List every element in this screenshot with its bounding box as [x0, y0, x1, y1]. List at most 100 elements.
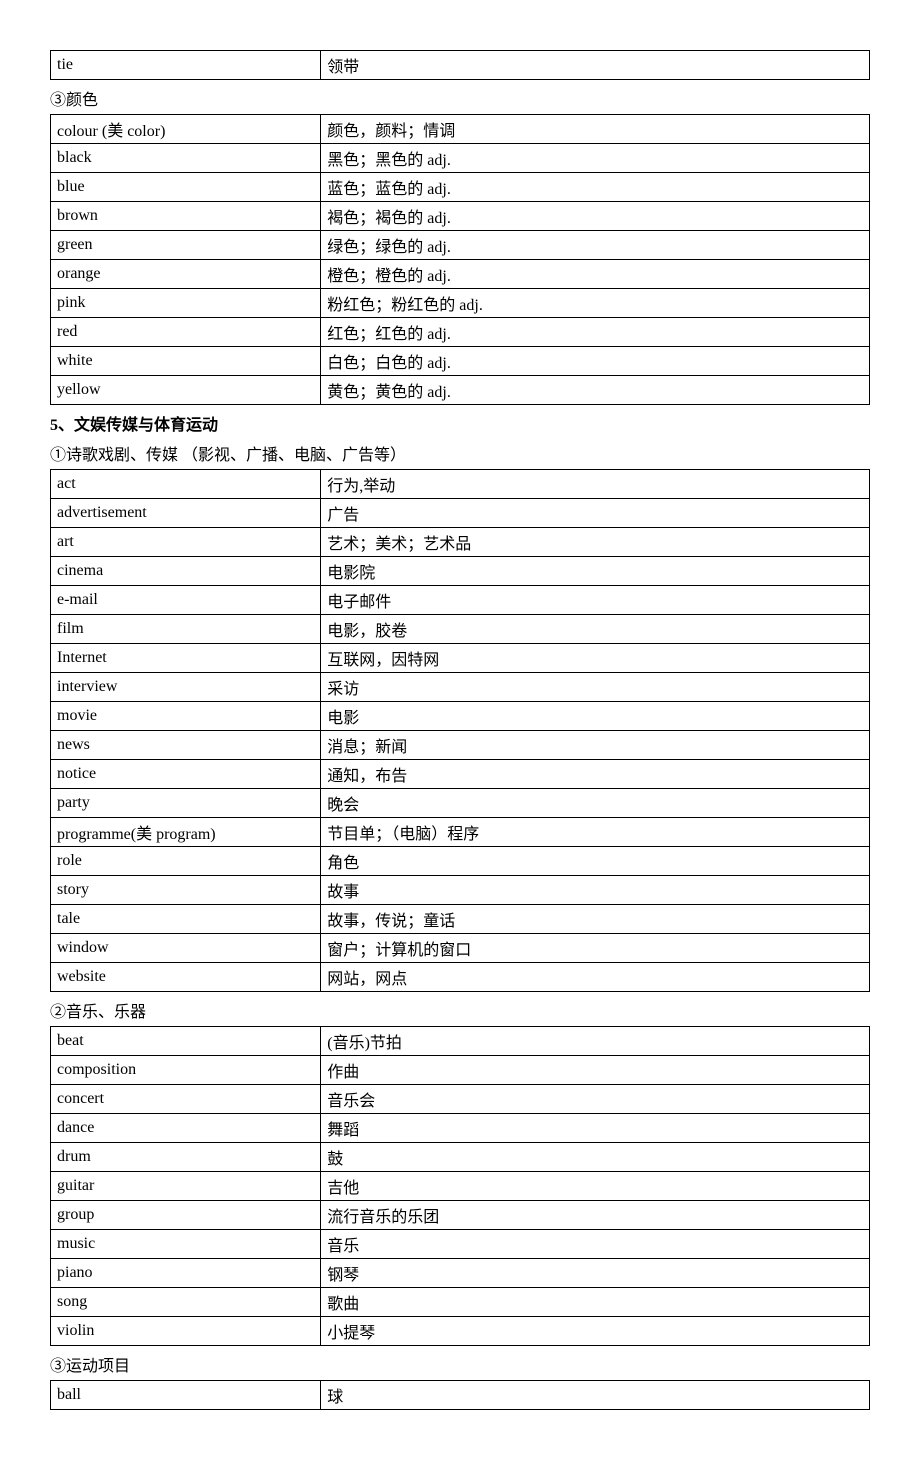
- vocab-table-sports: ball球: [50, 1380, 870, 1410]
- table-row: e-mail电子邮件: [51, 586, 870, 615]
- table-row: programme(美 program)节目单；（电脑）程序: [51, 818, 870, 847]
- vocab-chinese: 小提琴: [321, 1317, 870, 1346]
- subheading-media: ①诗歌戏剧、传媒 （影视、广播、电脑、广告等）: [50, 441, 870, 465]
- vocab-english: role: [51, 847, 321, 876]
- table-row: white白色；白色的 adj.: [51, 347, 870, 376]
- vocab-english: guitar: [51, 1172, 321, 1201]
- vocab-english: red: [51, 318, 321, 347]
- vocab-english: programme(美 program): [51, 818, 321, 847]
- vocab-chinese: 舞蹈: [321, 1114, 870, 1143]
- table-row: group流行音乐的乐团: [51, 1201, 870, 1230]
- table-row: black黑色；黑色的 adj.: [51, 144, 870, 173]
- vocab-chinese: 艺术；美术；艺术品: [321, 528, 870, 557]
- table-row: piano钢琴: [51, 1259, 870, 1288]
- vocab-chinese: 褐色；褐色的 adj.: [321, 202, 870, 231]
- vocab-chinese: 白色；白色的 adj.: [321, 347, 870, 376]
- table-row: news消息；新闻: [51, 731, 870, 760]
- vocab-chinese: 钢琴: [321, 1259, 870, 1288]
- table-row: song歌曲: [51, 1288, 870, 1317]
- vocab-chinese: 黑色；黑色的 adj.: [321, 144, 870, 173]
- vocab-chinese: 电影: [321, 702, 870, 731]
- vocab-english: green: [51, 231, 321, 260]
- vocab-chinese: 广告: [321, 499, 870, 528]
- vocab-chinese: 流行音乐的乐团: [321, 1201, 870, 1230]
- vocab-chinese: 橙色；橙色的 adj.: [321, 260, 870, 289]
- vocab-chinese: 采访: [321, 673, 870, 702]
- table-row: act行为,举动: [51, 470, 870, 499]
- table-row: tie领带: [51, 51, 870, 80]
- vocab-english: movie: [51, 702, 321, 731]
- vocab-english: group: [51, 1201, 321, 1230]
- vocab-english: white: [51, 347, 321, 376]
- table-row: pink粉红色；粉红色的 adj.: [51, 289, 870, 318]
- table-row: window窗户；计算机的窗口: [51, 934, 870, 963]
- vocab-chinese: 故事，传说；童话: [321, 905, 870, 934]
- table-row: notice通知，布告: [51, 760, 870, 789]
- table-row: Internet互联网，因特网: [51, 644, 870, 673]
- vocab-english: Internet: [51, 644, 321, 673]
- vocab-english: story: [51, 876, 321, 905]
- vocab-english: advertisement: [51, 499, 321, 528]
- vocab-english: art: [51, 528, 321, 557]
- vocab-chinese: 音乐会: [321, 1085, 870, 1114]
- table-row: party晚会: [51, 789, 870, 818]
- vocab-chinese: 电影，胶卷: [321, 615, 870, 644]
- table-row: green绿色；绿色的 adj.: [51, 231, 870, 260]
- vocab-chinese: 电子邮件: [321, 586, 870, 615]
- subheading-colors: ③颜色: [50, 86, 870, 110]
- table-row: music音乐: [51, 1230, 870, 1259]
- vocab-chinese: 行为,举动: [321, 470, 870, 499]
- table-row: ball球: [51, 1381, 870, 1410]
- vocab-table-colors: colour (美 color)颜色，颜料；情调black黑色；黑色的 adj.…: [50, 114, 870, 405]
- vocab-chinese: 通知，布告: [321, 760, 870, 789]
- vocab-english: music: [51, 1230, 321, 1259]
- vocab-english: orange: [51, 260, 321, 289]
- vocab-table-media: act行为,举动advertisement广告art艺术；美术；艺术品cinem…: [50, 469, 870, 992]
- vocab-english: violin: [51, 1317, 321, 1346]
- vocab-english: website: [51, 963, 321, 992]
- vocab-table-music: beat(音乐)节拍composition作曲concert音乐会dance舞蹈…: [50, 1026, 870, 1346]
- vocab-english: composition: [51, 1056, 321, 1085]
- table-row: violin小提琴: [51, 1317, 870, 1346]
- table-row: interview采访: [51, 673, 870, 702]
- table-row: composition作曲: [51, 1056, 870, 1085]
- vocab-english: beat: [51, 1027, 321, 1056]
- vocab-chinese: 颜色，颜料；情调: [321, 115, 870, 144]
- vocab-table-0: tie领带: [50, 50, 870, 80]
- vocab-chinese: 粉红色；粉红色的 adj.: [321, 289, 870, 318]
- table-row: website网站，网点: [51, 963, 870, 992]
- table-row: guitar吉他: [51, 1172, 870, 1201]
- vocab-english: dance: [51, 1114, 321, 1143]
- table-row: story故事: [51, 876, 870, 905]
- vocab-chinese: 绿色；绿色的 adj.: [321, 231, 870, 260]
- vocab-chinese: 黄色；黄色的 adj.: [321, 376, 870, 405]
- vocab-chinese: 故事: [321, 876, 870, 905]
- table-row: blue蓝色；蓝色的 adj.: [51, 173, 870, 202]
- table-row: advertisement广告: [51, 499, 870, 528]
- vocab-chinese: 角色: [321, 847, 870, 876]
- vocab-english: party: [51, 789, 321, 818]
- vocab-chinese: 电影院: [321, 557, 870, 586]
- table-row: tale故事，传说；童话: [51, 905, 870, 934]
- vocab-english: colour (美 color): [51, 115, 321, 144]
- vocab-english: tale: [51, 905, 321, 934]
- vocab-chinese: 歌曲: [321, 1288, 870, 1317]
- vocab-chinese: 作曲: [321, 1056, 870, 1085]
- table-row: art艺术；美术；艺术品: [51, 528, 870, 557]
- table-row: cinema电影院: [51, 557, 870, 586]
- table-row: role角色: [51, 847, 870, 876]
- vocab-english: black: [51, 144, 321, 173]
- vocab-english: concert: [51, 1085, 321, 1114]
- vocab-chinese: 球: [321, 1381, 870, 1410]
- vocab-english: window: [51, 934, 321, 963]
- table-row: dance舞蹈: [51, 1114, 870, 1143]
- vocab-chinese: 消息；新闻: [321, 731, 870, 760]
- subheading-music: ②音乐、乐器: [50, 998, 870, 1022]
- subheading-sports: ③运动项目: [50, 1352, 870, 1376]
- vocab-english: e-mail: [51, 586, 321, 615]
- vocab-english: blue: [51, 173, 321, 202]
- vocab-chinese: 节目单；（电脑）程序: [321, 818, 870, 847]
- vocab-chinese: 窗户；计算机的窗口: [321, 934, 870, 963]
- vocab-english: film: [51, 615, 321, 644]
- table-row: movie电影: [51, 702, 870, 731]
